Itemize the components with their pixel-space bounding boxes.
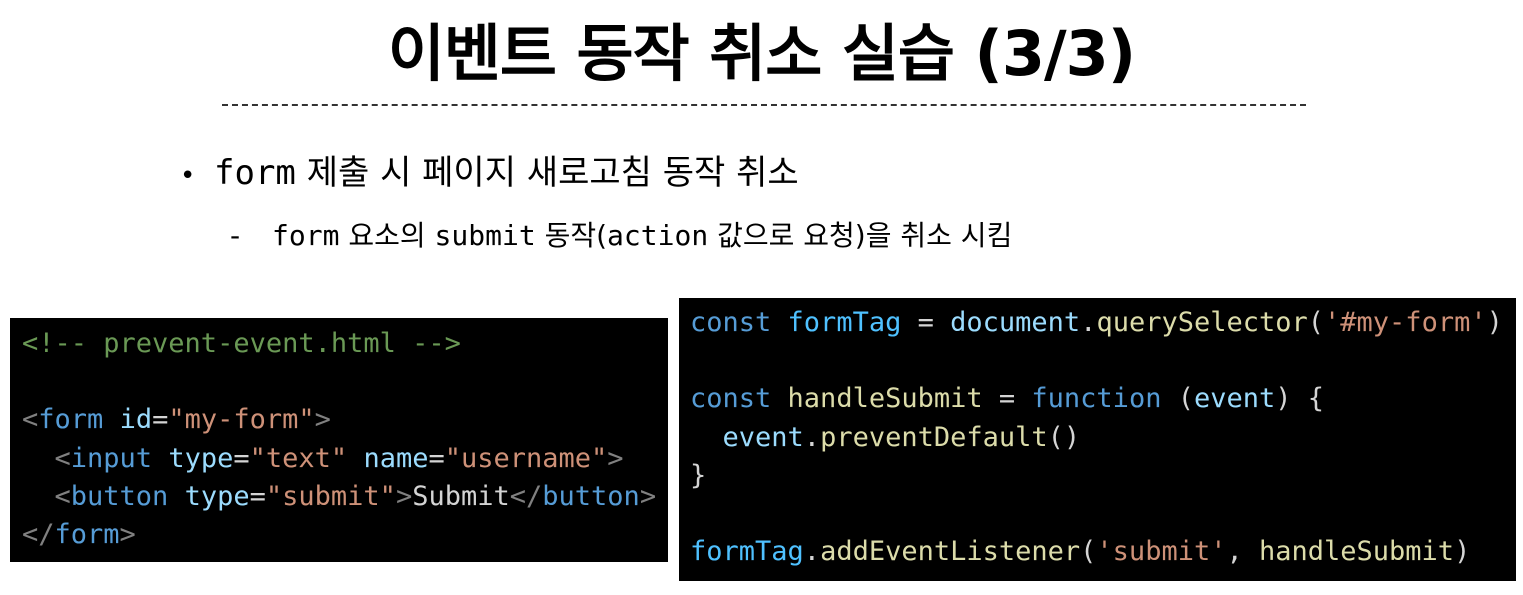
html-code-block: <!-- prevent-event.html --> <form id="my… bbox=[10, 318, 668, 562]
code-line-form-tag: const formTag = document.querySelector('… bbox=[690, 307, 1503, 338]
bullet-code: form bbox=[214, 153, 296, 193]
code-line-button: <button type="submit">Submit</button> bbox=[54, 480, 657, 512]
code-line-form-close: </form> bbox=[22, 519, 136, 551]
js-code-block: const formTag = document.querySelector('… bbox=[679, 298, 1516, 581]
sub-bullet-code-action: action bbox=[607, 219, 709, 252]
code-line-close-brace: } bbox=[690, 459, 707, 491]
sub-bullet-code-submit: submit bbox=[434, 219, 536, 252]
bullet-text: 제출 시 페이지 새로고침 동작 취소 bbox=[295, 153, 799, 193]
main-bullet: • form 제출 시 페이지 새로고침 동작 취소 bbox=[180, 150, 799, 199]
sub-bullet-text-1: 요소의 bbox=[339, 219, 435, 252]
sub-bullet-code-form: form bbox=[272, 219, 340, 252]
code-line-prevent-default: event.preventDefault() bbox=[722, 421, 1081, 453]
code-line-input: <input type="text" name="username"> bbox=[54, 442, 624, 474]
title-divider bbox=[222, 104, 1306, 106]
slide-title: 이벤트 동작 취소 실습 (3/3) bbox=[387, 17, 1136, 90]
code-line-add-listener: formTag.addEventListener('submit', handl… bbox=[690, 536, 1471, 568]
bullet-dot-icon: • bbox=[180, 161, 196, 191]
sub-bullet-dash: - bbox=[230, 219, 241, 252]
code-line-form-open: <form id="my-form"> bbox=[22, 404, 331, 436]
code-line-handle-submit: const handleSubmit = function (event) { bbox=[690, 383, 1325, 415]
sub-bullet: - form 요소의 submit 동작(action 값으로 요청)을 취소 시… bbox=[230, 216, 1012, 256]
sub-bullet-text-2: 동작( bbox=[535, 219, 608, 252]
code-line-comment: <!-- prevent-event.html --> bbox=[22, 328, 461, 359]
sub-bullet-text-3: 값으로 요청)을 취소 시킴 bbox=[708, 219, 1013, 252]
